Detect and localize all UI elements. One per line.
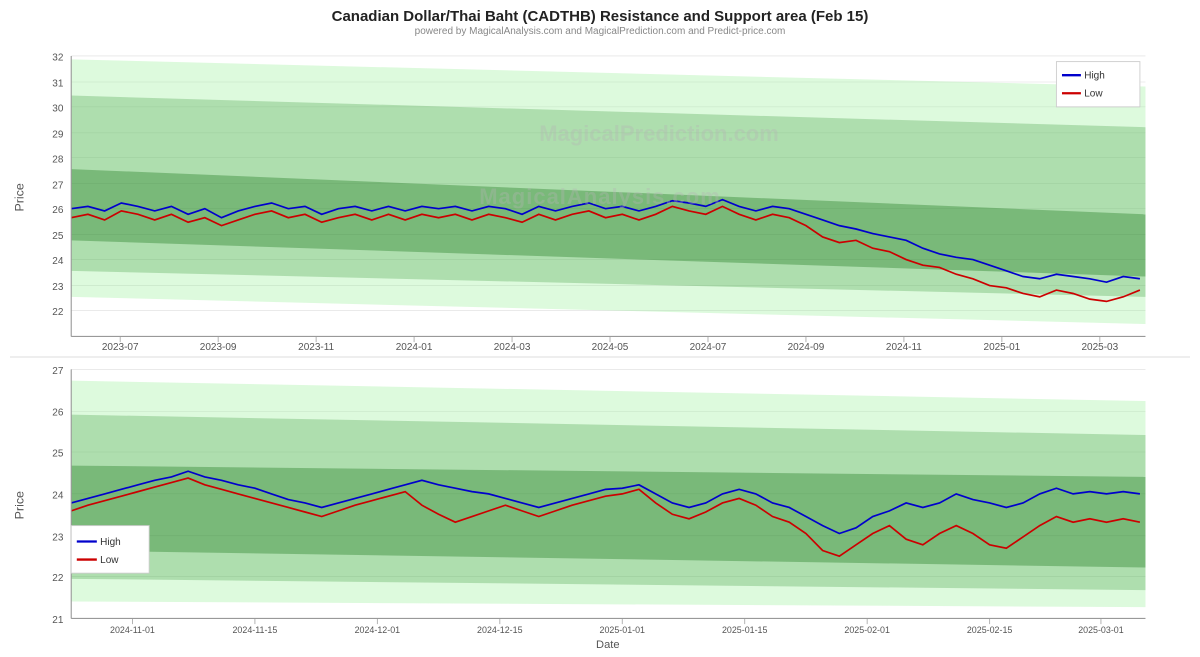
bxt-0115: 2025-01-15 [722, 625, 767, 635]
byt-21: 21 [52, 615, 64, 626]
main-container: Canadian Dollar/Thai Baht (CADTHB) Resis… [0, 0, 1200, 600]
bxt-0101: 2025-01-01 [600, 625, 645, 635]
ytick-27: 27 [52, 180, 64, 191]
bxt-0201: 2025-02-01 [844, 625, 889, 635]
bxt-1215: 2024-12-15 [477, 625, 522, 635]
xtick-2023-09: 2023-09 [200, 342, 237, 353]
bottom-chart-wrapper: Price 27 26 25 24 23 22 21 [10, 358, 1190, 652]
xtick-2025-03: 2025-03 [1081, 342, 1118, 353]
ytick-30: 30 [52, 103, 64, 114]
top-chart-wrapper: MagicalAnalysis.com MagicalPrediction.co… [10, 39, 1190, 356]
xtick-2024-03: 2024-03 [494, 342, 531, 353]
byt-26: 26 [52, 407, 64, 418]
xtick-2024-09: 2024-09 [788, 342, 825, 353]
ytick-29: 29 [52, 129, 64, 140]
byt-24: 24 [52, 490, 64, 501]
ytick-32: 32 [52, 52, 64, 63]
xtick-2025-01: 2025-01 [984, 342, 1021, 353]
charts-area: MagicalAnalysis.com MagicalPrediction.co… [0, 39, 1200, 657]
bottom-inner-band [71, 465, 1145, 567]
top-chart-svg: Price 32 31 30 29 28 27 26 [10, 39, 1190, 356]
byt-23: 23 [52, 532, 64, 543]
legend-high-label-bottom: High [100, 536, 121, 547]
xtick-2024-11: 2024-11 [886, 342, 922, 353]
xtick-2023-07: 2023-07 [102, 342, 139, 353]
chart-header: Canadian Dollar/Thai Baht (CADTHB) Resis… [0, 0, 1200, 39]
bottom-y-label: Price [12, 491, 26, 519]
legend-box-bottom [71, 525, 149, 573]
ytick-23: 23 [52, 282, 64, 293]
ytick-22: 22 [52, 307, 64, 318]
byt-22: 22 [52, 573, 64, 584]
ytick-24: 24 [52, 256, 64, 267]
bxt-1115: 2024-11-15 [232, 625, 277, 635]
legend-high-label-top: High [1084, 71, 1105, 82]
xtick-2024-05: 2024-05 [592, 342, 629, 353]
bxt-0301: 2025-03-01 [1078, 625, 1123, 635]
ytick-28: 28 [52, 154, 64, 165]
bxt-0215: 2025-02-15 [967, 625, 1012, 635]
ytick-26: 26 [52, 205, 64, 216]
legend-low-label-top: Low [1084, 89, 1103, 100]
ytick-25: 25 [52, 231, 64, 242]
xtick-2024-01: 2024-01 [396, 342, 433, 353]
xtick-2023-11: 2023-11 [298, 342, 334, 353]
bxt-1201: 2024-12-01 [355, 625, 400, 635]
xtick-2024-07: 2024-07 [690, 342, 727, 353]
byt-27: 27 [52, 365, 64, 376]
chart-title: Canadian Dollar/Thai Baht (CADTHB) Resis… [0, 8, 1200, 25]
bottom-x-label: Date [596, 639, 619, 651]
ytick-31: 31 [52, 78, 64, 89]
bottom-chart-svg: Price 27 26 25 24 23 22 21 [10, 358, 1190, 652]
chart-subtitle: powered by MagicalAnalysis.com and Magic… [0, 26, 1200, 37]
legend-low-label-bottom: Low [100, 555, 119, 566]
byt-25: 25 [52, 448, 64, 459]
top-y-label: Price [12, 183, 26, 211]
bxt-1101: 2024-11-01 [110, 625, 155, 635]
legend-box-top [1056, 62, 1139, 107]
